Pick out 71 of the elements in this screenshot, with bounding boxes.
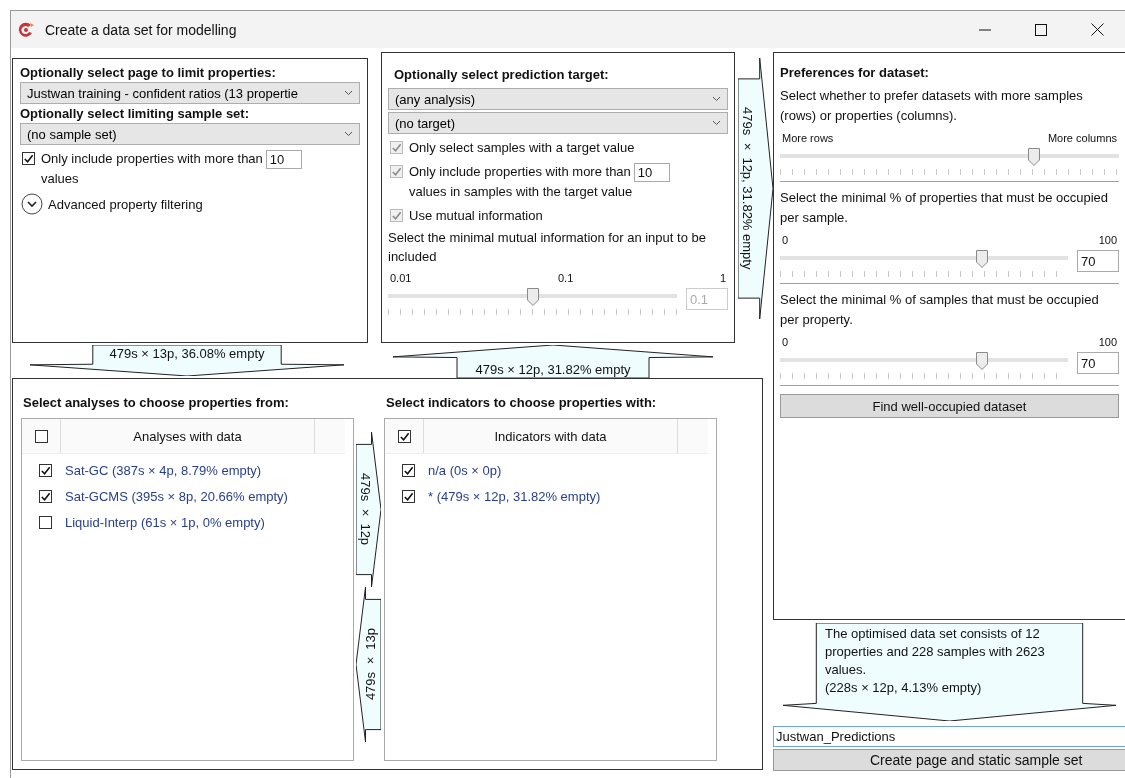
flow-arrow: 479s × 12p, 31.82% empty bbox=[738, 58, 773, 319]
slider-label: 0.1 bbox=[558, 272, 574, 285]
section-heading: Preferences for dataset: bbox=[780, 65, 930, 80]
checkbox[interactable] bbox=[39, 463, 52, 477]
flow-arrow: 479s × 13p, 36.08% empty bbox=[30, 345, 344, 376]
slider-label: More columns bbox=[1047, 132, 1117, 144]
flow-arrow: 479s × 12p bbox=[356, 432, 381, 587]
slider-thumb[interactable] bbox=[975, 250, 988, 268]
checkbox[interactable] bbox=[402, 463, 415, 477]
section-heading: Optionally select limiting sample set: bbox=[20, 106, 250, 121]
checkbox[interactable] bbox=[397, 429, 411, 443]
slider-label: 1 bbox=[719, 272, 726, 285]
app-logo-icon bbox=[17, 20, 35, 39]
value-field[interactable]: 70 bbox=[1077, 250, 1119, 272]
find-dataset-button[interactable]: Find well-occupied dataset bbox=[780, 394, 1119, 418]
dropdown[interactable]: (no sample set) bbox=[20, 123, 360, 145]
slider-caption: Select whether to prefer datasets with more samples (rows) or properties (columns). bbox=[780, 87, 1084, 125]
value-field[interactable]: 70 bbox=[1077, 352, 1119, 374]
dropdown[interactable]: Justwan training - confident ratios (13 propertie bbox=[20, 82, 360, 104]
list-item[interactable]: n/a (0s × 0p) bbox=[428, 462, 502, 478]
caret-icon bbox=[712, 96, 721, 102]
checkbox[interactable] bbox=[34, 429, 48, 443]
maximize-icon[interactable] bbox=[1035, 23, 1047, 36]
number-field[interactable]: 10 bbox=[265, 150, 302, 170]
option-label: values bbox=[41, 170, 80, 189]
caret-icon bbox=[712, 120, 721, 126]
checkbox[interactable] bbox=[22, 152, 35, 165]
advanced-filter-toggle[interactable]: Advanced property filtering bbox=[21, 193, 203, 216]
section-heading: Select indicators to choose properties with: bbox=[386, 395, 658, 410]
list-item[interactable]: Sat-GCMS (395s × 8p, 20.66% empty) bbox=[65, 488, 288, 504]
checkbox[interactable] bbox=[39, 489, 52, 503]
caret-icon bbox=[344, 131, 353, 137]
option-label: Use mutual information bbox=[409, 208, 543, 224]
slider-caption: Select the minimal mutual information for an input to be included bbox=[388, 229, 707, 267]
dropdown[interactable]: (any analysis) bbox=[388, 88, 728, 110]
slider-label: 0 bbox=[782, 234, 789, 246]
column-header[interactable]: Indicators with data bbox=[424, 419, 678, 453]
create-button[interactable]: Create page and static sample set bbox=[773, 749, 1125, 771]
close-icon[interactable] bbox=[1090, 23, 1104, 36]
slider-label: 100 bbox=[1098, 234, 1117, 246]
flow-arrow: 479s × 13p bbox=[356, 587, 381, 742]
result-text: The optimised data set consists of 12 properties and 228 samples with 2623 values. bbox=[825, 625, 1046, 679]
caret-icon bbox=[344, 90, 353, 96]
minimize-icon[interactable] bbox=[979, 28, 991, 31]
column-header[interactable]: Analyses with data bbox=[61, 419, 315, 453]
section-heading: Optionally select page to limit properties: bbox=[20, 65, 277, 80]
slider-label: More rows bbox=[782, 132, 834, 144]
slider-label: 0.01 bbox=[390, 272, 412, 285]
slider-caption: Select the minimal % of properties that must be occupied per sample. bbox=[780, 189, 1110, 227]
dropdown[interactable]: (no target) bbox=[388, 112, 728, 134]
flow-arrow: 479s × 12p, 31.82% empty bbox=[393, 345, 713, 378]
list-item[interactable]: Liquid-Interp (61s × 1p, 0% empty) bbox=[65, 514, 265, 530]
section-heading: Select analyses to choose properties from: bbox=[23, 395, 290, 410]
name-field[interactable]: Justwan_Predictions bbox=[773, 726, 1125, 747]
option-label: Only select samples with a target value bbox=[409, 140, 635, 155]
option-label: Only include properties with more than bbox=[41, 151, 263, 166]
list-item[interactable]: * (479s × 12p, 31.82% empty) bbox=[428, 488, 601, 504]
slider-caption: Select the minimal % of samples that must be occupied per property. bbox=[780, 291, 1100, 329]
slider-thumb[interactable] bbox=[1028, 148, 1041, 166]
checkbox[interactable] bbox=[402, 489, 415, 503]
slider-thumb[interactable] bbox=[975, 352, 988, 370]
option-label: values in samples with the target value bbox=[409, 183, 634, 202]
slider-label: 0 bbox=[782, 336, 789, 348]
option-label: Only include properties with more than bbox=[409, 164, 631, 179]
section-heading: Optionally select prediction target: bbox=[394, 67, 610, 82]
list-item[interactable]: Sat-GC (387s × 4p, 8.79% empty) bbox=[65, 462, 262, 478]
slider-label: 100 bbox=[1098, 336, 1117, 348]
result-text: (228s × 12p, 4.13% empty) bbox=[825, 679, 983, 697]
checkbox[interactable] bbox=[39, 515, 52, 529]
window-title: Create a data set for modelling bbox=[45, 21, 238, 38]
chevron-circle-icon bbox=[21, 193, 43, 216]
